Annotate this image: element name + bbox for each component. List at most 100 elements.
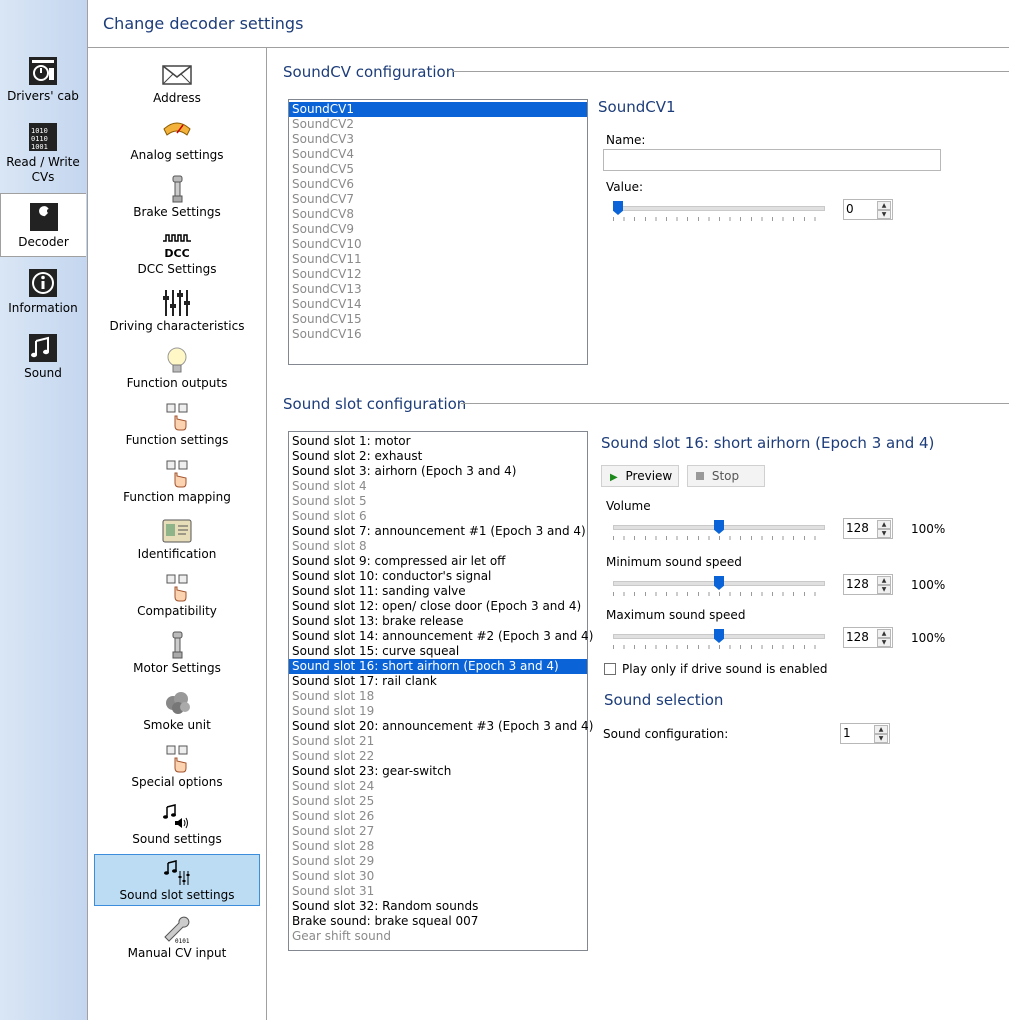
soundslot-list-item[interactable]: Sound slot 23: gear-switch [289, 764, 587, 779]
soundslot-list-item[interactable]: Sound slot 28 [289, 839, 587, 854]
category-sound-slot-settings[interactable]: Sound slot settings [94, 854, 260, 906]
soundcv-list-item[interactable]: SoundCV16 [289, 327, 587, 342]
soundslot-list-item[interactable]: Sound slot 15: curve squeal [289, 644, 587, 659]
category-function-mapping[interactable]: Function mapping [94, 457, 260, 509]
max-speed-slider[interactable] [613, 629, 825, 649]
soundslot-list-item[interactable]: Sound slot 16: short airhorn (Epoch 3 an… [289, 659, 587, 674]
spin-up-icon[interactable]: ▲ [877, 629, 891, 638]
category-identification[interactable]: Identification [94, 514, 260, 566]
value-spinner[interactable]: ▲ ▼ [843, 199, 893, 220]
soundslot-list-item[interactable]: Sound slot 10: conductor's signal [289, 569, 587, 584]
spin-up-icon[interactable]: ▲ [877, 520, 891, 529]
category-function-outputs[interactable]: Function outputs [94, 343, 260, 395]
soundslot-list-item[interactable]: Sound slot 7: announcement #1 (Epoch 3 a… [289, 524, 587, 539]
category-function-settings[interactable]: Function settings [94, 400, 260, 452]
soundslot-list-item[interactable]: Sound slot 29 [289, 854, 587, 869]
spin-up-icon[interactable]: ▲ [874, 725, 888, 734]
volume-spinner-input[interactable] [846, 520, 876, 536]
tab-read-write-cvs[interactable]: 1010 0110 1001 Read / Write CVs [0, 122, 86, 188]
soundslot-list-item[interactable]: Sound slot 9: compressed air let off [289, 554, 587, 569]
category-manual-cv-input[interactable]: 0101 Manual CV input [94, 913, 260, 965]
drive-sound-checkbox[interactable] [604, 663, 616, 675]
soundcv-list-item[interactable]: SoundCV1 [289, 102, 587, 117]
spin-down-icon[interactable]: ▼ [877, 585, 891, 594]
value-spinner-input[interactable] [846, 201, 876, 217]
category-special-options[interactable]: Special options [94, 742, 260, 794]
soundslot-list-item[interactable]: Sound slot 25 [289, 794, 587, 809]
soundslot-list-item[interactable]: Sound slot 11: sanding valve [289, 584, 587, 599]
soundcv-list-item[interactable]: SoundCV12 [289, 267, 587, 282]
soundslot-list-item[interactable]: Sound slot 31 [289, 884, 587, 899]
soundcv-list-item[interactable]: SoundCV10 [289, 237, 587, 252]
soundcv-list-item[interactable]: SoundCV11 [289, 252, 587, 267]
category-compatibility[interactable]: Compatibility [94, 571, 260, 623]
soundslot-list-item[interactable]: Sound slot 4 [289, 479, 587, 494]
soundslot-list-item[interactable]: Sound slot 21 [289, 734, 587, 749]
max-speed-spinner-input[interactable] [846, 629, 876, 645]
spin-up-icon[interactable]: ▲ [877, 576, 891, 585]
name-input[interactable] [603, 149, 941, 171]
soundslot-list-item[interactable]: Sound slot 18 [289, 689, 587, 704]
soundslot-list-item[interactable]: Sound slot 20: announcement #3 (Epoch 3 … [289, 719, 593, 734]
category-sound-settings[interactable]: Sound settings [94, 799, 260, 851]
volume-spinner[interactable]: ▲ ▼ [843, 518, 893, 539]
soundcv-list-item[interactable]: SoundCV13 [289, 282, 587, 297]
soundslot-list-item[interactable]: Gear shift sound [289, 929, 587, 944]
category-analog-settings[interactable]: Analog settings [94, 115, 260, 167]
max-speed-spinner[interactable]: ▲ ▼ [843, 627, 893, 648]
soundslot-list-item[interactable]: Sound slot 26 [289, 809, 587, 824]
soundcv-list-item[interactable]: SoundCV2 [289, 117, 587, 132]
preview-button[interactable]: ▶ Preview [601, 465, 679, 487]
soundslot-list-item[interactable]: Sound slot 6 [289, 509, 587, 524]
soundslot-list-item[interactable]: Sound slot 13: brake release [289, 614, 587, 629]
soundcv-list-item[interactable]: SoundCV3 [289, 132, 587, 147]
soundcv-list-item[interactable]: SoundCV8 [289, 207, 587, 222]
soundslot-list-item[interactable]: Sound slot 27 [289, 824, 587, 839]
soundcv-list-item[interactable]: SoundCV6 [289, 177, 587, 192]
tab-decoder[interactable]: Decoder [0, 193, 86, 257]
min-speed-slider[interactable] [613, 576, 825, 596]
category-motor-settings[interactable]: Motor Settings [94, 628, 260, 680]
soundcv-list-item[interactable]: SoundCV15 [289, 312, 587, 327]
spin-down-icon[interactable]: ▼ [877, 638, 891, 647]
slider-thumb[interactable] [714, 629, 724, 643]
stop-button[interactable]: Stop [687, 465, 765, 487]
soundslot-list-item[interactable]: Sound slot 19 [289, 704, 587, 719]
soundslot-list-item[interactable]: Sound slot 8 [289, 539, 587, 554]
value-slider[interactable] [613, 201, 825, 221]
soundslot-list-item[interactable]: Sound slot 30 [289, 869, 587, 884]
tab-information[interactable]: Information [0, 268, 86, 324]
slider-thumb[interactable] [613, 201, 623, 215]
volume-slider[interactable] [613, 520, 825, 540]
soundslot-list-item[interactable]: Sound slot 1: motor [289, 434, 587, 449]
soundslot-list-item[interactable]: Sound slot 3: airhorn (Epoch 3 and 4) [289, 464, 587, 479]
soundslot-list-item[interactable]: Sound slot 2: exhaust [289, 449, 587, 464]
tab-drivers-cab[interactable]: Drivers' cab [0, 56, 86, 112]
soundslot-list-item[interactable]: Sound slot 12: open/ close door (Epoch 3… [289, 599, 587, 614]
soundslot-list-item[interactable]: Sound slot 24 [289, 779, 587, 794]
soundslot-list-item[interactable]: Brake sound: brake squeal 007 [289, 914, 587, 929]
category-driving-characteristics[interactable]: Driving characteristics [94, 286, 260, 338]
soundcv-list-item[interactable]: SoundCV14 [289, 297, 587, 312]
soundslot-list-item[interactable]: Sound slot 5 [289, 494, 587, 509]
category-dcc-settings[interactable]: DCC DCC Settings [94, 229, 260, 281]
spin-down-icon[interactable]: ▼ [877, 210, 891, 219]
sound-configuration-input[interactable] [843, 725, 873, 741]
soundslot-list-item[interactable]: Sound slot 32: Random sounds [289, 899, 587, 914]
soundslot-list-item[interactable]: Sound slot 22 [289, 749, 587, 764]
soundcv-listbox[interactable]: SoundCV1 SoundCV2 SoundCV3 SoundCV4 SoundCV5… [288, 99, 588, 365]
category-address[interactable]: Address [94, 58, 260, 110]
soundcv-list-item[interactable]: SoundCV5 [289, 162, 587, 177]
slider-thumb[interactable] [714, 576, 724, 590]
soundcv-list-item[interactable]: SoundCV9 [289, 222, 587, 237]
tab-sound[interactable]: Sound [0, 333, 86, 389]
soundslot-list-item[interactable]: Sound slot 17: rail clank [289, 674, 587, 689]
min-speed-spinner-input[interactable] [846, 576, 876, 592]
soundcv-list-item[interactable]: SoundCV7 [289, 192, 587, 207]
slider-thumb[interactable] [714, 520, 724, 534]
category-smoke-unit[interactable]: Smoke unit [94, 685, 260, 737]
soundslot-list-item[interactable]: Sound slot 14: announcement #2 (Epoch 3 … [289, 629, 593, 644]
spin-down-icon[interactable]: ▼ [874, 734, 888, 743]
spin-down-icon[interactable]: ▼ [877, 529, 891, 538]
soundslot-listbox[interactable]: Sound slot 1: motor Sound slot 2: exhaust… [288, 431, 593, 951]
